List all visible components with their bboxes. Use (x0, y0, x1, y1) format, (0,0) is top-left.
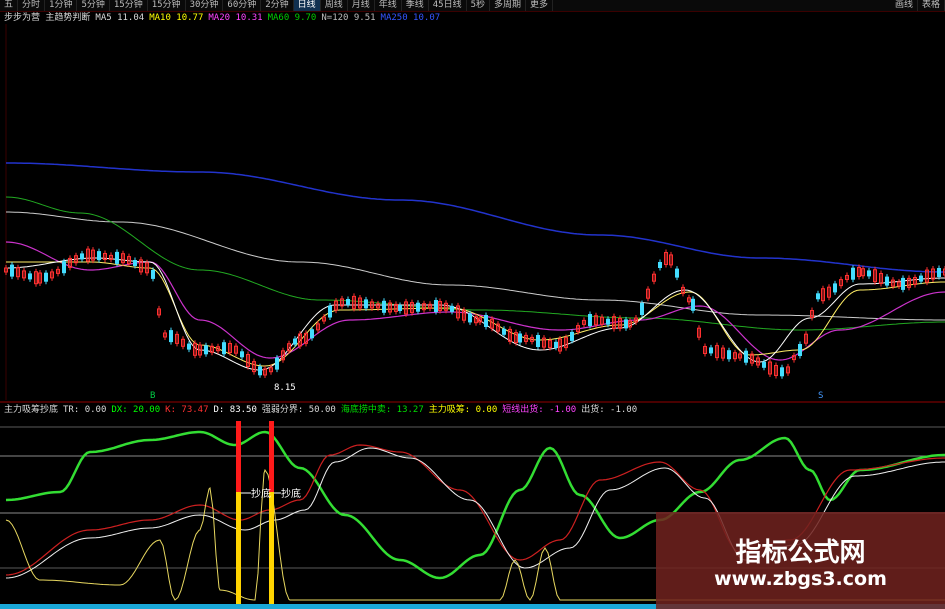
legend-item: MA20 10.31 (208, 13, 263, 23)
period-tab[interactable]: 日线 (293, 0, 321, 11)
period-tab[interactable]: 15分钟 (110, 0, 148, 11)
legend-item: N=120 9.51 (321, 13, 376, 23)
signal-label-1: 抄底 (251, 487, 271, 500)
toolbar-right-button[interactable]: 画线 (891, 0, 918, 11)
legend-item: 短线出货: -1.00 (502, 405, 577, 415)
period-tab[interactable]: 月线 (348, 0, 375, 11)
period-tab[interactable]: 30分钟 (186, 0, 224, 11)
period-tab[interactable]: 更多 (526, 0, 554, 11)
signal-bar-yellow (236, 492, 241, 609)
signal-bar-yellow (269, 492, 274, 609)
period-tab[interactable]: 多周期 (490, 0, 527, 11)
legend-item: MA250 10.07 (380, 13, 441, 23)
watermark-overlay: 指标公式网 www.zbgs3.com (656, 512, 945, 609)
period-tab[interactable]: 周线 (321, 0, 348, 11)
legend-item: MA60 9.70 (267, 13, 317, 23)
legend-item: DX: 20.00 (111, 405, 161, 415)
legend-item: TR: 0.00 (63, 405, 107, 415)
legend-item: K: 73.47 (165, 405, 209, 415)
watermark-url: www.zbgs3.com (714, 568, 887, 590)
legend-item: 出货: -1.00 (581, 405, 638, 415)
indicator-legend: 主力吸筹抄底 TR: 0.00 DX: 20.00 K: 73.47 D: 83.50 强… (4, 405, 642, 416)
low-price-label: 8.15 (274, 383, 296, 393)
period-tab[interactable]: 2分钟 (261, 0, 294, 11)
period-tab[interactable]: 5分钟 (77, 0, 110, 11)
ma250-line (6, 162, 945, 273)
legend-item: MA5 11.04 (95, 13, 145, 23)
signal-bar-red (236, 421, 241, 492)
legend-title: 步步为营 主趋势判断 (4, 13, 91, 23)
period-tab[interactable]: 年线 (375, 0, 402, 11)
panel-separator (0, 401, 945, 403)
legend-item: MA10 10.77 (149, 13, 204, 23)
signal-bars (236, 421, 281, 609)
signal-label-2: 抄底 (281, 487, 301, 500)
toolbar-right-button[interactable]: 表格 (918, 0, 945, 11)
period-tab[interactable]: 分时 (18, 0, 46, 11)
legend-item: 海底捞中卖: 13.27 (340, 405, 424, 415)
period-tab[interactable]: 45日线 (429, 0, 467, 11)
period-tab[interactable]: 季线 (402, 0, 429, 11)
legend-item: 主力吸筹: 0.00 (428, 405, 498, 415)
legend-item: 强弱分界: 50.00 (261, 405, 336, 415)
watermark-title: 指标公式网 (735, 538, 866, 568)
legend-item: D: 83.50 (213, 405, 257, 415)
signal-bar-red (269, 421, 274, 492)
period-tab[interactable]: 五 (0, 0, 19, 11)
ma-legend: 步步为营 主趋势判断 MA5 11.04 MA10 10.77 MA20 10.31 M… (4, 13, 445, 24)
period-toolbar: 五分时 1分钟 5分钟 15分钟 15分钟 30分钟 60分钟 2分钟 日线 周线 月线 年线 季线 45… (0, 0, 945, 12)
period-tab[interactable]: 60分钟 (223, 0, 262, 11)
buy-marker: B (150, 391, 155, 401)
sell-marker: S (818, 391, 823, 401)
candlesticks (4, 246, 945, 379)
legend-title: 主力吸筹抄底 (4, 405, 59, 415)
period-tab[interactable]: 1分钟 (45, 0, 78, 11)
period-tab[interactable]: 5秒 (467, 0, 491, 11)
period-tab[interactable]: 15分钟 (148, 0, 186, 11)
